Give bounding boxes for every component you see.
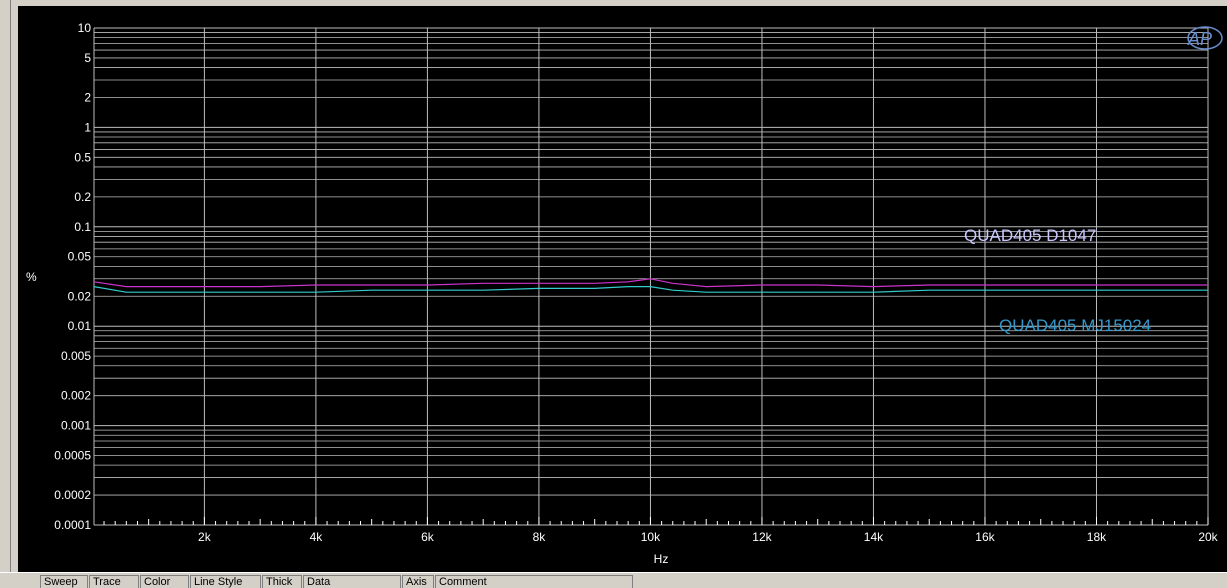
y-tick-label: 10: [78, 21, 92, 35]
trace-table-header: Sweep Trace Color Line Style Thick Data …: [0, 572, 1227, 588]
column-header-line-style[interactable]: Line Style: [190, 575, 261, 588]
series-label-1: QUAD405 D1047: [964, 226, 1096, 245]
series-label-2: QUAD405 MJ15024: [999, 316, 1151, 335]
x-tick-label: 16k: [975, 530, 995, 544]
x-tick-label: 10k: [641, 530, 661, 544]
column-header-trace[interactable]: Trace: [89, 575, 139, 588]
y-tick-label: 5: [84, 51, 91, 65]
x-tick-label: 8k: [533, 530, 547, 544]
x-tick-label: 2k: [198, 530, 212, 544]
column-header-axis[interactable]: Axis: [402, 575, 434, 588]
x-tick-label: 6k: [421, 530, 435, 544]
ap-logo-text: AP: [1187, 29, 1212, 49]
y-axis-label: %: [26, 270, 37, 284]
y-tick-label: 0.0001: [54, 518, 91, 532]
y-tick-label: 0.01: [68, 319, 92, 333]
column-header-color[interactable]: Color: [140, 575, 189, 588]
distortion-chart: 10 5 2 1 0.5 0.2 0.1 0.05 0.02 0.01 0.005 0.002 0.00…: [26, 21, 1223, 566]
x-axis-label: Hz: [654, 552, 669, 566]
y-tick-label: 0.5: [74, 150, 91, 164]
y-tick-label: 0.005: [61, 349, 91, 363]
y-tick-label: 0.1: [74, 220, 91, 234]
x-tick-label: 4k: [310, 530, 324, 544]
y-tick-label: 0.02: [68, 289, 92, 303]
x-tick-label: 20k: [1198, 530, 1218, 544]
x-tick-label: 12k: [752, 530, 772, 544]
y-tick-label: 0.05: [68, 250, 92, 264]
y-tick-label: 0.002: [61, 389, 91, 403]
column-header-data[interactable]: Data: [303, 575, 401, 588]
window-frame-left: [0, 0, 11, 572]
y-tick-label: 2: [84, 90, 91, 104]
column-header-sweep[interactable]: Sweep: [40, 575, 88, 588]
y-tick-label: 0.001: [61, 419, 91, 433]
y-tick-label: 0.0002: [54, 488, 91, 502]
column-header-thick[interactable]: Thick: [262, 575, 302, 588]
graph-panel: 10 5 2 1 0.5 0.2 0.1 0.05 0.02 0.01 0.005 0.002 0.00…: [18, 6, 1227, 572]
y-tick-label: 1: [84, 120, 91, 134]
y-tick-label: 0.0005: [54, 449, 91, 463]
y-tick-label: 0.2: [74, 190, 91, 204]
x-tick-label: 14k: [864, 530, 884, 544]
x-tick-label: 18k: [1087, 530, 1107, 544]
series-line-1: [93, 278, 1208, 288]
series-line-2: [93, 286, 1208, 293]
column-header-comment[interactable]: Comment: [435, 575, 633, 588]
